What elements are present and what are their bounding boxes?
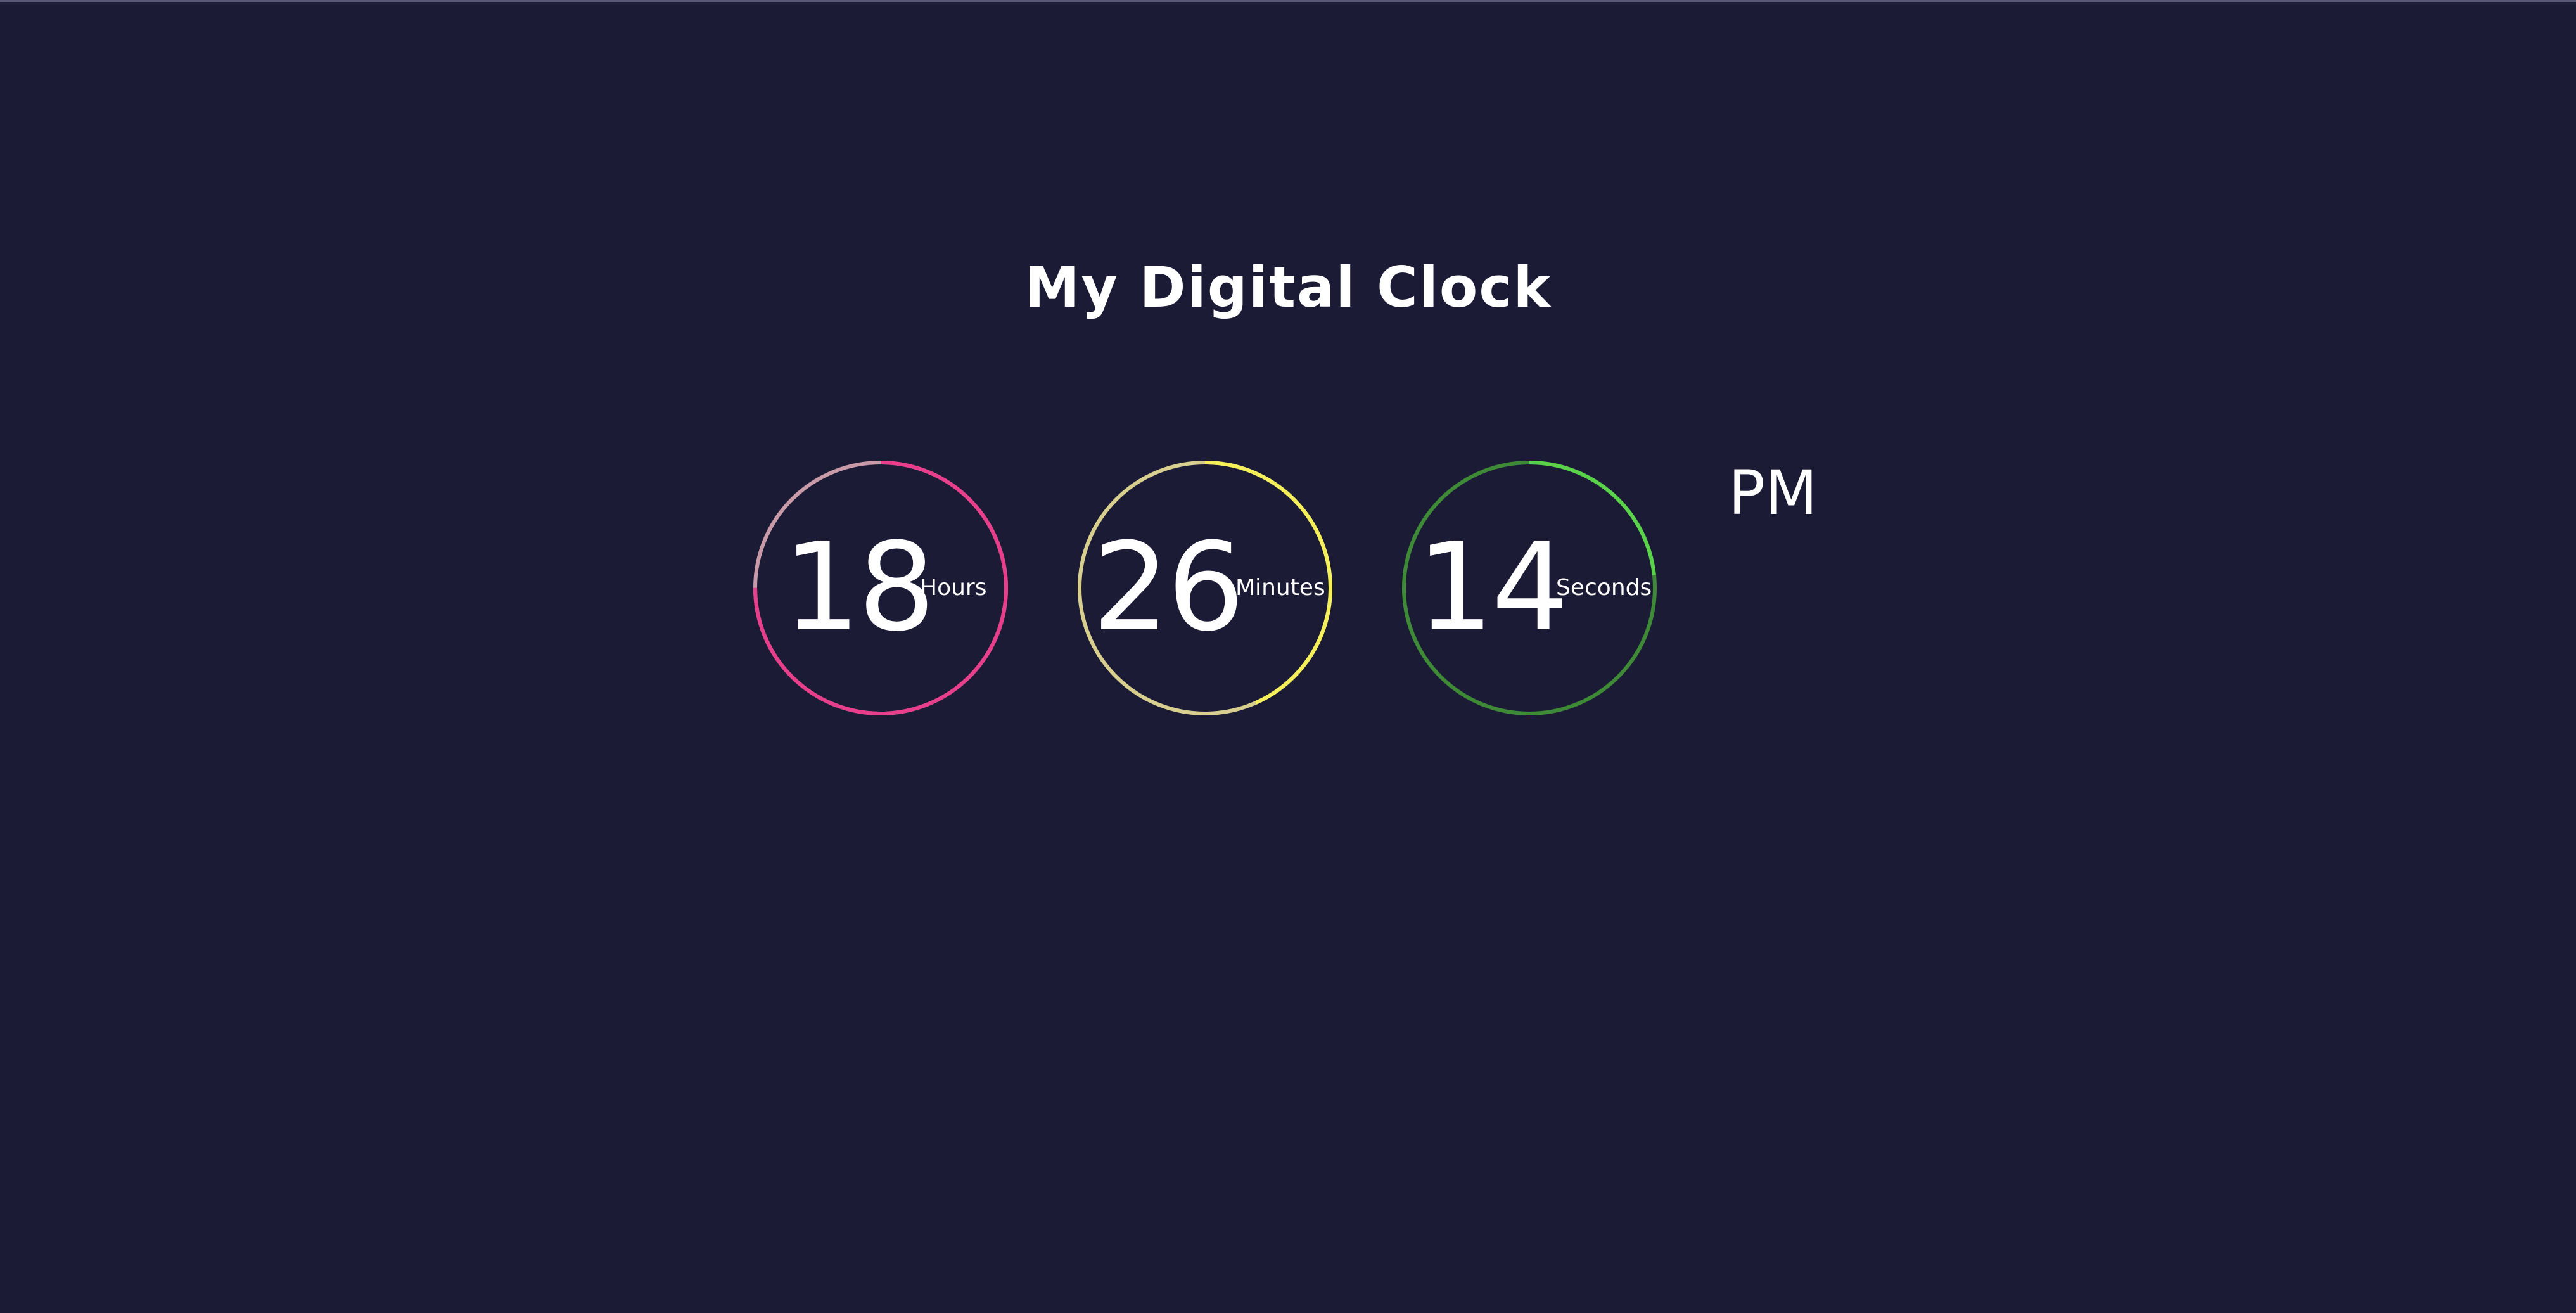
clock-page: My Digital Clock 18 Hours 26 Minutes 14 … [0,0,2576,1313]
top-divider [0,0,2576,2]
seconds-dial: 14 Seconds [1401,460,1657,716]
minutes-dial: 26 Minutes [1077,460,1333,716]
hours-value: 18 [783,517,935,658]
minutes-label: Minutes [1235,575,1325,601]
minutes-value: 26 [1092,517,1244,658]
hours-label: Hours [920,575,987,601]
hours-dial: 18 Hours [753,460,1009,716]
seconds-label: Seconds [1556,575,1652,601]
page-title: My Digital Clock [1024,255,1552,320]
seconds-value: 14 [1417,517,1569,658]
ampm-indicator: PM [1728,458,1818,528]
